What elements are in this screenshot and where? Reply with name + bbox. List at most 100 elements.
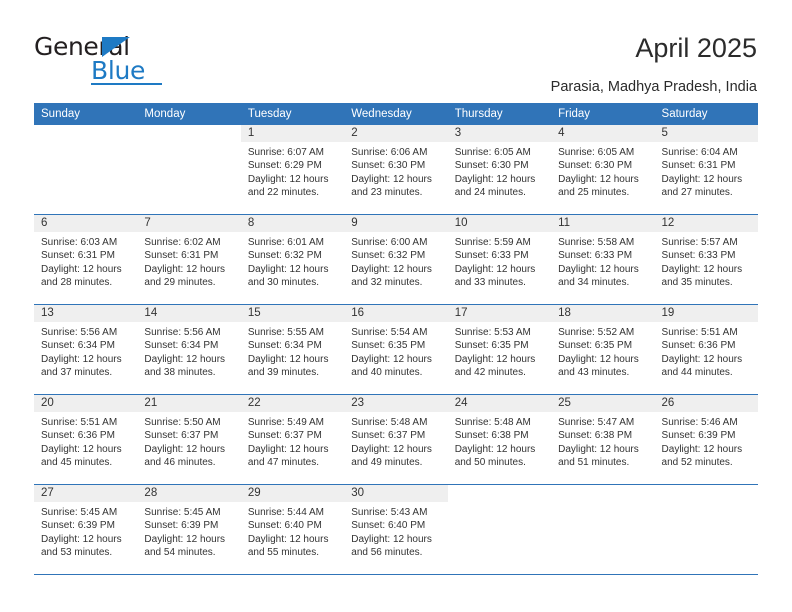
calendar-day-cell[interactable]: 25 Sunrise: 5:47 AM Sunset: 6:38 PM Dayligh… — [551, 395, 655, 484]
day-details — [448, 502, 551, 506]
day-detail-line: Daylight: 12 hours — [558, 173, 639, 185]
calendar-day-cell[interactable]: 4 Sunrise: 6:05 AM Sunset: 6:30 PM Daylight… — [551, 125, 655, 214]
day-detail-line: Sunset: 6:36 PM — [41, 430, 115, 442]
calendar-day-cell[interactable]: 9 Sunrise: 6:00 AM Sunset: 6:32 PM Daylight… — [344, 215, 448, 304]
day-detail-line: Sunrise: 5:45 AM — [144, 507, 221, 518]
day-detail-line: Sunset: 6:38 PM — [558, 430, 633, 442]
day-number: 12 — [654, 215, 758, 232]
day-detail-line: Sunset: 6:31 PM — [41, 250, 115, 262]
calendar-weeks: 1 Sunrise: 6:07 AM Sunset: 6:29 PM Daylight… — [34, 125, 758, 575]
calendar-day-cell[interactable]: 21 Sunrise: 5:50 AM Sunset: 6:37 PM Dayligh… — [137, 395, 241, 484]
calendar-day-cell-empty — [448, 485, 551, 574]
day-detail-line: Sunset: 6:40 PM — [351, 520, 426, 532]
day-detail-line: Sunset: 6:34 PM — [41, 340, 115, 352]
day-detail-line: Sunset: 6:33 PM — [558, 250, 633, 262]
calendar-day-cell[interactable]: 16 Sunrise: 5:54 AM Sunset: 6:35 PM Dayligh… — [344, 305, 448, 394]
calendar-day-cell-empty — [551, 485, 654, 574]
day-detail-line: Daylight: 12 hours — [454, 353, 536, 365]
day-detail-line: and 54 minutes. — [144, 546, 216, 558]
day-details: Sunrise: 5:44 AM Sunset: 6:40 PM Daylight:… — [241, 502, 344, 559]
calendar-page: General Blue April 2025 Parasia, Madhya … — [0, 0, 792, 612]
calendar-day-cell[interactable]: 10 Sunrise: 5:59 AM Sunset: 6:33 PM Dayligh… — [447, 215, 552, 304]
calendar-day-cell[interactable]: 6 Sunrise: 6:03 AM Sunset: 6:31 PM Daylight… — [34, 215, 138, 304]
calendar-day-cell[interactable]: 1 Sunrise: 6:07 AM Sunset: 6:29 PM Daylight… — [240, 125, 345, 214]
calendar-day-cell[interactable]: 28 Sunrise: 5:45 AM Sunset: 6:39 PM Dayligh… — [137, 485, 241, 574]
calendar-day-cell[interactable]: 26 Sunrise: 5:46 AM Sunset: 6:39 PM Dayligh… — [654, 395, 758, 484]
day-number: 10 — [447, 215, 552, 232]
day-details: Sunrise: 6:05 AM Sunset: 6:30 PM Daylight:… — [448, 142, 551, 199]
calendar-day-cell[interactable]: 8 Sunrise: 6:01 AM Sunset: 6:32 PM Daylight… — [240, 215, 345, 304]
day-detail-line: and 37 minutes. — [41, 366, 113, 378]
calendar-day-cell[interactable]: 15 Sunrise: 5:55 AM Sunset: 6:34 PM Dayligh… — [240, 305, 345, 394]
calendar-day-cell[interactable]: 19 Sunrise: 5:51 AM Sunset: 6:36 PM Dayligh… — [654, 305, 758, 394]
day-details: Sunrise: 5:51 AM Sunset: 6:36 PM Daylight:… — [655, 322, 758, 379]
calendar-day-cell[interactable]: 18 Sunrise: 5:52 AM Sunset: 6:35 PM Dayligh… — [551, 305, 655, 394]
calendar-day-cell[interactable]: 7 Sunrise: 6:02 AM Sunset: 6:31 PM Daylight… — [137, 215, 241, 304]
brand-logo[interactable]: General Blue — [34, 33, 194, 85]
weekday-header-monday: Monday — [144, 108, 186, 120]
day-details: Sunrise: 5:53 AM Sunset: 6:35 PM Daylight:… — [448, 322, 551, 379]
calendar-day-cell[interactable]: 22 Sunrise: 5:49 AM Sunset: 6:37 PM Dayligh… — [240, 395, 345, 484]
day-detail-line: and 23 minutes. — [351, 186, 423, 198]
day-detail-line: Daylight: 12 hours — [454, 173, 536, 185]
calendar-day-cell[interactable]: 3 Sunrise: 6:05 AM Sunset: 6:30 PM Daylight… — [447, 125, 552, 214]
day-detail-line: Sunset: 6:37 PM — [351, 430, 426, 442]
day-details: Sunrise: 5:54 AM Sunset: 6:35 PM Daylight:… — [344, 322, 447, 379]
calendar-day-cell[interactable]: 13 Sunrise: 5:56 AM Sunset: 6:34 PM Dayligh… — [34, 305, 138, 394]
day-detail-line: and 51 minutes. — [558, 456, 630, 468]
day-detail-line: Sunrise: 5:59 AM — [454, 237, 531, 248]
day-detail-line: Sunset: 6:39 PM — [661, 430, 736, 442]
day-number: 25 — [551, 395, 655, 412]
day-detail-line: Daylight: 12 hours — [351, 443, 432, 455]
day-detail-line: Sunrise: 5:56 AM — [144, 327, 221, 338]
day-detail-line: Sunrise: 5:55 AM — [247, 327, 324, 338]
day-detail-line: and 35 minutes. — [661, 276, 733, 288]
calendar-day-cell[interactable]: 14 Sunrise: 5:56 AM Sunset: 6:34 PM Dayligh… — [137, 305, 241, 394]
day-detail-line: and 42 minutes. — [454, 366, 526, 378]
day-details: Sunrise: 6:06 AM Sunset: 6:30 PM Daylight:… — [344, 142, 447, 199]
calendar-grid: Sunday Monday Tuesday Wednesday Thursday Frid… — [34, 103, 758, 575]
day-detail-line: and 39 minutes. — [247, 366, 320, 378]
day-detail-line: Sunrise: 6:04 AM — [661, 147, 738, 158]
day-details: Sunrise: 5:56 AM Sunset: 6:34 PM Daylight:… — [34, 322, 137, 379]
day-detail-line: Sunset: 6:29 PM — [247, 160, 322, 172]
day-detail-line: Sunrise: 6:05 AM — [454, 147, 531, 158]
day-detail-line: Sunrise: 5:51 AM — [41, 417, 118, 428]
calendar-day-cell[interactable]: 2 Sunrise: 6:06 AM Sunset: 6:30 PM Daylight… — [344, 125, 448, 214]
calendar-day-cell[interactable]: 30 Sunrise: 5:43 AM Sunset: 6:40 PM Dayligh… — [344, 485, 448, 574]
calendar-day-cell[interactable]: 11 Sunrise: 5:58 AM Sunset: 6:33 PM Dayligh… — [551, 215, 655, 304]
day-detail-line: and 32 minutes. — [351, 276, 423, 288]
calendar-day-cell[interactable]: 24 Sunrise: 5:48 AM Sunset: 6:38 PM Dayligh… — [447, 395, 552, 484]
calendar-day-cell[interactable]: 20 Sunrise: 5:51 AM Sunset: 6:36 PM Dayligh… — [34, 395, 138, 484]
calendar-day-cell[interactable]: 17 Sunrise: 5:53 AM Sunset: 6:35 PM Dayligh… — [447, 305, 552, 394]
day-detail-line: Sunrise: 6:03 AM — [41, 237, 118, 248]
day-detail-line: Sunset: 6:33 PM — [454, 250, 529, 262]
day-number: 11 — [551, 215, 655, 232]
day-details: Sunrise: 5:50 AM Sunset: 6:37 PM Daylight:… — [137, 412, 240, 469]
day-detail-line: Sunset: 6:34 PM — [247, 340, 322, 352]
calendar-week-row: 6 Sunrise: 6:03 AM Sunset: 6:31 PM Daylight… — [34, 215, 758, 305]
day-detail-line: Daylight: 12 hours — [144, 533, 226, 545]
day-detail-line: Sunrise: 5:47 AM — [558, 417, 635, 428]
day-detail-line: Sunset: 6:32 PM — [247, 250, 322, 262]
day-detail-line: Sunrise: 5:50 AM — [144, 417, 221, 428]
day-number: 5 — [654, 125, 758, 142]
day-detail-line: and 38 minutes. — [144, 366, 216, 378]
calendar-day-cell[interactable]: 27 Sunrise: 5:45 AM Sunset: 6:39 PM Dayligh… — [34, 485, 138, 574]
day-detail-line: Sunrise: 5:51 AM — [661, 327, 738, 338]
calendar-day-cell[interactable]: 12 Sunrise: 5:57 AM Sunset: 6:33 PM Dayligh… — [654, 215, 758, 304]
calendar-day-cell[interactable]: 5 Sunrise: 6:04 AM Sunset: 6:31 PM Daylight… — [654, 125, 758, 214]
day-details: Sunrise: 6:04 AM Sunset: 6:31 PM Daylight:… — [655, 142, 758, 199]
day-number: 2 — [344, 125, 448, 142]
calendar-day-cell[interactable]: 23 Sunrise: 5:48 AM Sunset: 6:37 PM Dayligh… — [344, 395, 448, 484]
day-detail-line: Daylight: 12 hours — [144, 353, 226, 365]
day-detail-line: Daylight: 12 hours — [351, 263, 432, 275]
day-details — [34, 142, 137, 146]
day-detail-line: Sunrise: 6:06 AM — [351, 147, 428, 158]
day-number: 22 — [240, 395, 345, 412]
calendar-day-cell[interactable]: 29 Sunrise: 5:44 AM Sunset: 6:40 PM Dayligh… — [240, 485, 345, 574]
day-detail-line: Sunrise: 5:44 AM — [247, 507, 324, 518]
day-number: 18 — [551, 305, 655, 322]
day-number: 9 — [344, 215, 448, 232]
day-detail-line: Sunset: 6:35 PM — [454, 340, 529, 352]
